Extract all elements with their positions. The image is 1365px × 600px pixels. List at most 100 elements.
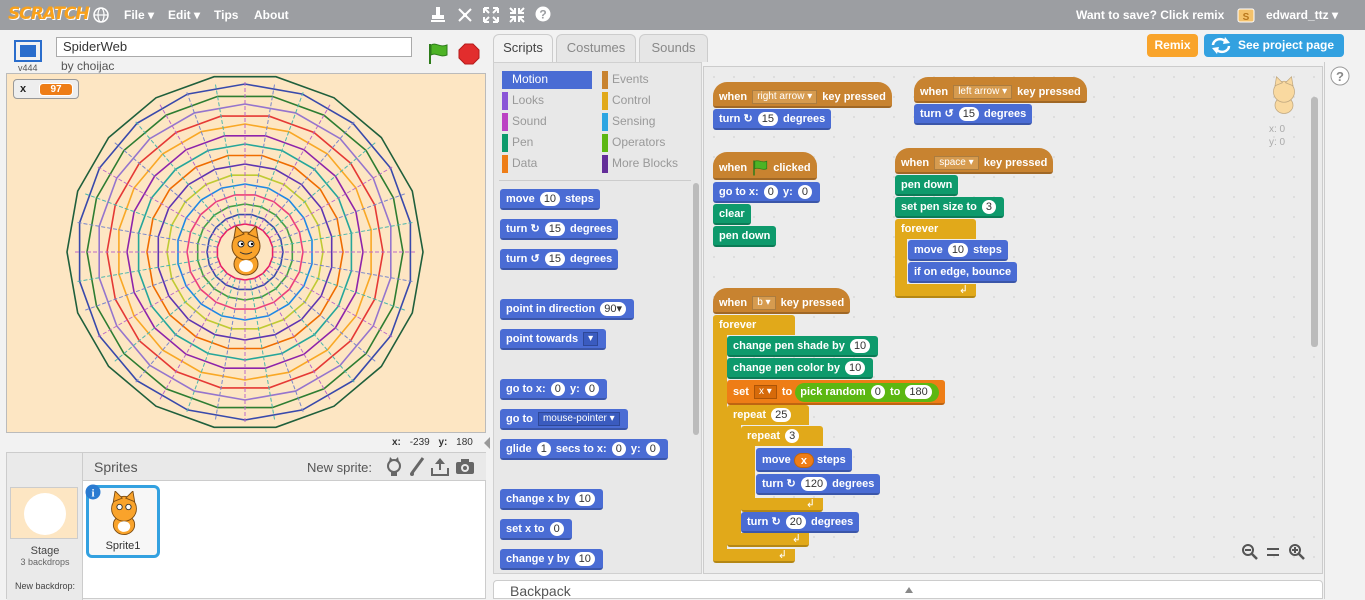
- pen-down-block-2[interactable]: pen down: [895, 175, 959, 196]
- category-operators[interactable]: Operators: [602, 134, 697, 152]
- when-right-arrow-hat[interactable]: when right arrow ▾ key pressed: [713, 82, 892, 108]
- palette-point-towards-block[interactable]: point towards ▾: [500, 329, 607, 350]
- when-flag-clicked-hat[interactable]: when clicked: [713, 152, 817, 180]
- duplicate-stamp-icon[interactable]: [430, 6, 446, 24]
- sprite-name: Sprite1: [105, 540, 141, 552]
- about-menu[interactable]: About: [254, 8, 289, 22]
- web-spoke: [114, 142, 224, 235]
- green-flag-icon[interactable]: [426, 42, 450, 66]
- palette-turn-right-block[interactable]: turn ↻ 15 degrees: [500, 219, 619, 240]
- move-x-steps-block[interactable]: move x steps: [756, 448, 852, 472]
- palette-change-x-block[interactable]: change x by 10: [500, 489, 603, 510]
- zoom-in-icon[interactable]: [1289, 544, 1305, 560]
- y-coord-label: y:: [438, 437, 448, 448]
- help-circle-icon[interactable]: ?: [1330, 66, 1350, 86]
- palette-glide-block[interactable]: glide 1 secs to x: 0 y: 0: [500, 439, 668, 460]
- mystuff-folder-icon[interactable]: S: [1237, 6, 1255, 24]
- backdrop-count: 3 backdrops: [20, 557, 70, 567]
- goto-xy-block[interactable]: go to x: 0 y: 0: [713, 182, 820, 203]
- user-menu[interactable]: edward_ttz ▾: [1266, 8, 1338, 22]
- zoom-reset-icon[interactable]: [1266, 546, 1280, 558]
- globe-icon[interactable]: [93, 7, 109, 23]
- cut-scissors-icon[interactable]: [456, 6, 474, 24]
- svg-text:?: ?: [1336, 69, 1344, 84]
- palette-goto-block[interactable]: go to mouse-pointer ▾: [500, 409, 628, 430]
- cat-sprite-thumbnail: [111, 491, 137, 535]
- web-spoke: [135, 273, 228, 383]
- palette-scrollbar[interactable]: [693, 183, 699, 435]
- sprites-heading: Sprites: [94, 459, 138, 475]
- when-b-key-hat[interactable]: when b ▾ key pressed: [713, 288, 851, 314]
- variable-monitor[interactable]: x 97: [13, 79, 79, 99]
- file-menu[interactable]: File ▾: [124, 8, 154, 22]
- scripts-scrollbar[interactable]: [1311, 97, 1318, 347]
- stage-thumbnail[interactable]: [10, 487, 78, 539]
- turn-right-15-block[interactable]: turn ↻ 15 degrees: [713, 109, 832, 130]
- set-pen-size-block[interactable]: set pen size to 3: [895, 197, 1004, 218]
- collapse-stage-arrow-icon[interactable]: [483, 436, 491, 450]
- stage-canvas[interactable]: x 97: [6, 73, 486, 433]
- monitor-value: 97: [39, 83, 73, 96]
- tab-sounds[interactable]: Sounds: [639, 34, 708, 62]
- web-spoke: [262, 273, 355, 383]
- palette-point-direction-block[interactable]: point in direction 90▾: [500, 299, 635, 320]
- info-icon[interactable]: i: [85, 484, 101, 500]
- palette-turn-left-block[interactable]: turn ↺ 15 degrees: [500, 249, 619, 270]
- cat-sprite[interactable]: [222, 226, 270, 280]
- turn-right-120-block[interactable]: turn ↻ 120 degrees: [756, 474, 881, 495]
- when-left-arrow-hat[interactable]: when left arrow ▾ key pressed: [914, 77, 1087, 103]
- camera-icon[interactable]: [455, 459, 475, 475]
- category-sound[interactable]: Sound: [502, 113, 592, 131]
- category-control[interactable]: Control: [602, 92, 697, 110]
- category-pen[interactable]: Pen: [502, 134, 592, 152]
- bounce-block[interactable]: if on edge, bounce: [908, 262, 1018, 283]
- move-10-steps-block[interactable]: move 10 steps: [908, 240, 1008, 261]
- scripts-area[interactable]: when right arrow ▾ key pressed turn ↻ 15…: [703, 66, 1323, 574]
- category-more-blocks[interactable]: More Blocks: [602, 155, 697, 173]
- when-space-hat[interactable]: when space ▾ key pressed: [895, 148, 1054, 174]
- zoom-out-icon[interactable]: [1242, 544, 1258, 560]
- project-author[interactable]: by choijac: [61, 59, 114, 73]
- sprite-library-icon[interactable]: [385, 457, 403, 477]
- palette-set-x-block[interactable]: set x to 0: [500, 519, 572, 540]
- save-prompt[interactable]: Want to save? Click remix: [1076, 8, 1224, 22]
- new-backdrop-label: New backdrop:: [14, 581, 76, 591]
- web-spoke: [266, 269, 376, 362]
- scratch-logo[interactable]: SCRATCH: [8, 4, 90, 24]
- backpack-bar[interactable]: Backpack: [493, 580, 1323, 599]
- change-pen-shade-block[interactable]: change pen shade by 10: [727, 336, 879, 357]
- stop-sign-icon[interactable]: [458, 43, 480, 65]
- fullscreen-icon[interactable]: [14, 40, 42, 62]
- see-project-page-button[interactable]: See project page: [1204, 34, 1344, 57]
- pick-random-reporter[interactable]: pick random 0 to 180: [795, 382, 939, 402]
- tips-menu[interactable]: Tips: [214, 8, 238, 22]
- change-pen-color-block[interactable]: change pen color by 10: [727, 358, 874, 379]
- project-title-input[interactable]: SpiderWeb: [56, 37, 412, 57]
- edit-menu[interactable]: Edit ▾: [168, 8, 200, 22]
- tab-scripts[interactable]: Scripts: [493, 34, 553, 63]
- turn-left-15-block[interactable]: turn ↺ 15 degrees: [914, 104, 1033, 125]
- category-motion[interactable]: Motion: [502, 71, 592, 89]
- backpack-expand-arrow-icon[interactable]: [904, 586, 914, 594]
- palette-change-y-block[interactable]: change y by 10: [500, 549, 603, 570]
- grow-icon[interactable]: [482, 6, 500, 24]
- pen-down-block[interactable]: pen down: [713, 226, 777, 247]
- category-events[interactable]: Events: [602, 71, 697, 89]
- tab-costumes[interactable]: Costumes: [556, 34, 636, 62]
- remix-button[interactable]: Remix: [1147, 34, 1198, 57]
- upload-sprite-icon[interactable]: [431, 457, 449, 477]
- palette-move-block[interactable]: move 10 steps: [500, 189, 600, 210]
- paint-brush-icon[interactable]: [409, 457, 425, 477]
- category-data[interactable]: Data: [502, 155, 592, 173]
- category-looks[interactable]: Looks: [502, 92, 592, 110]
- category-sensing[interactable]: Sensing: [602, 113, 697, 131]
- shrink-icon[interactable]: [508, 6, 526, 24]
- clear-block[interactable]: clear: [713, 204, 751, 225]
- web-spoke: [262, 121, 355, 231]
- palette-goto-xy-block[interactable]: go to x: 0 y: 0: [500, 379, 607, 400]
- monitor-label: x: [20, 83, 27, 95]
- turn-right-20-block[interactable]: turn ↻ 20 degrees: [741, 512, 860, 533]
- help-icon[interactable]: ?: [535, 6, 551, 22]
- stage-thumbnail-column[interactable]: Stage 3 backdrops New backdrop:: [7, 453, 83, 600]
- set-x-random-block[interactable]: set x ▾ to pick random 0 to 180: [727, 380, 945, 405]
